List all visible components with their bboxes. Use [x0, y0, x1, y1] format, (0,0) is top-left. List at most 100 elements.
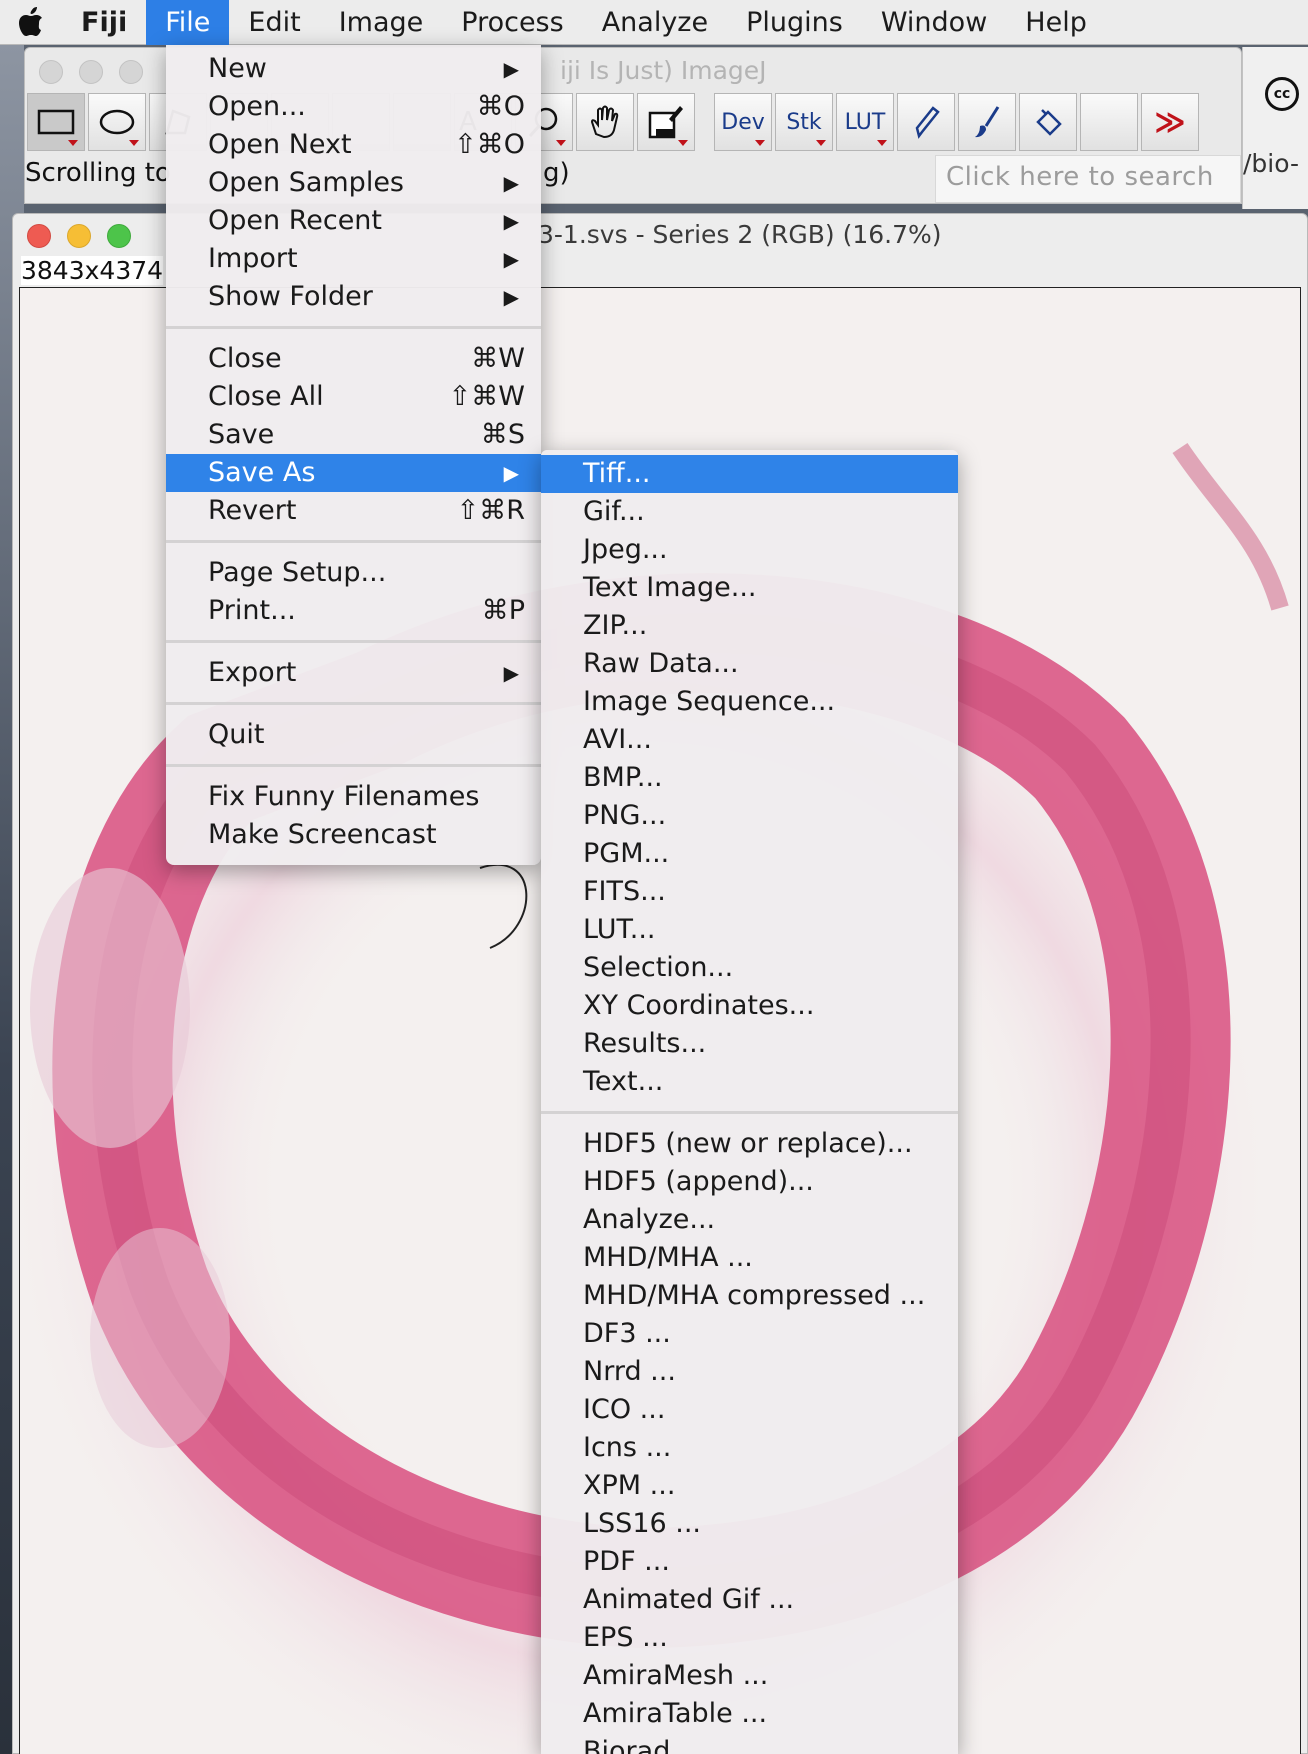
save-as-item-jpeg[interactable]: Jpeg...	[541, 531, 958, 569]
file-menu-item-close-all[interactable]: Close All ⇧⌘W	[166, 378, 541, 416]
menu-bar: Fiji File Edit Image Process Analyze Plu…	[0, 0, 1308, 45]
save-as-item-amiramesh[interactable]: AmiraMesh ...	[541, 1657, 958, 1695]
submenu-arrow-icon: ▶	[503, 209, 519, 233]
file-menu-item-page-setup[interactable]: Page Setup...	[166, 554, 541, 592]
window-title: iji Is Just) ImageJ	[560, 56, 767, 85]
apple-menu-icon[interactable]	[0, 0, 62, 45]
more-tools-icon[interactable]: ≫	[1141, 93, 1199, 151]
save-as-item-text[interactable]: Text...	[541, 1063, 958, 1101]
file-menu-item-close[interactable]: Close ⌘W	[166, 340, 541, 378]
search-input[interactable]: Click here to search	[935, 155, 1241, 203]
save-as-item-png[interactable]: PNG...	[541, 797, 958, 835]
hand-tool-icon[interactable]	[576, 93, 634, 151]
save-as-item-raw-data[interactable]: Raw Data...	[541, 645, 958, 683]
save-as-item-xy-coordinates[interactable]: XY Coordinates...	[541, 987, 958, 1025]
save-as-item-gif[interactable]: Gif...	[541, 493, 958, 531]
color-picker-tool-icon[interactable]	[637, 93, 695, 151]
menubar-edit[interactable]: Edit	[229, 0, 319, 45]
save-as-item-avi[interactable]: AVI...	[541, 721, 958, 759]
menu-item-label: Show Folder	[208, 281, 373, 312]
file-menu-item-save-as[interactable]: Save As ▶	[166, 454, 541, 492]
menu-item-label: Open Recent	[208, 205, 383, 236]
save-as-item-eps[interactable]: EPS ...	[541, 1619, 958, 1657]
close-window-button[interactable]	[27, 224, 51, 248]
file-menu-item-open-samples[interactable]: Open Samples ▶	[166, 164, 541, 202]
menu-item-shortcut: ⌘O	[476, 91, 525, 122]
menubar-window[interactable]: Window	[862, 0, 1006, 45]
menu-item-label: Import	[208, 243, 298, 274]
save-as-item-zip[interactable]: ZIP...	[541, 607, 958, 645]
file-menu-item-show-folder[interactable]: Show Folder ▶	[166, 278, 541, 316]
menu-item-label: New	[208, 53, 267, 84]
save-as-item-lss16[interactable]: LSS16 ...	[541, 1505, 958, 1543]
file-menu-item-print[interactable]: Print... ⌘P	[166, 592, 541, 630]
save-as-item-mhd-mha-compressed[interactable]: MHD/MHA compressed ...	[541, 1277, 958, 1315]
save-as-item-image-sequence[interactable]: Image Sequence...	[541, 683, 958, 721]
rectangle-tool-icon[interactable]	[27, 93, 85, 151]
save-as-item-results[interactable]: Results...	[541, 1025, 958, 1063]
menu-item-shortcut: ⇧⌘O	[454, 129, 525, 160]
file-menu-item-save[interactable]: Save ⌘S	[166, 416, 541, 454]
menu-item-label: Make Screencast	[208, 819, 437, 850]
menubar-analyze[interactable]: Analyze	[583, 0, 727, 45]
save-as-item-animated-gif[interactable]: Animated Gif ...	[541, 1581, 958, 1619]
save-as-item-selection[interactable]: Selection...	[541, 949, 958, 987]
save-as-item-xpm[interactable]: XPM ...	[541, 1467, 958, 1505]
save-as-item-text-image[interactable]: Text Image...	[541, 569, 958, 607]
save-as-item-ico[interactable]: ICO ...	[541, 1391, 958, 1429]
menu-item-shortcut: ⌘P	[481, 595, 525, 626]
save-as-item-amiratable[interactable]: AmiraTable ...	[541, 1695, 958, 1733]
menubar-plugins[interactable]: Plugins	[727, 0, 862, 45]
save-as-item-analyze[interactable]: Analyze...	[541, 1201, 958, 1239]
minimize-window-button[interactable]	[79, 60, 103, 84]
menubar-process[interactable]: Process	[442, 0, 582, 45]
status-message-tail: g)	[543, 158, 570, 188]
save-as-item-nrrd[interactable]: Nrrd ...	[541, 1353, 958, 1391]
creative-commons-icon[interactable]: cc	[1265, 77, 1299, 111]
file-menu-item-fix-funny-filenames[interactable]: Fix Funny Filenames	[166, 778, 541, 816]
menubar-fiji[interactable]: Fiji	[62, 0, 146, 45]
lut-tool[interactable]: LUT	[836, 93, 894, 151]
menu-item-label: Page Setup...	[208, 557, 387, 588]
oval-tool-icon[interactable]	[88, 93, 146, 151]
save-as-item-pdf[interactable]: PDF ...	[541, 1543, 958, 1581]
file-menu-item-revert[interactable]: Revert ⇧⌘R	[166, 492, 541, 530]
menubar-help[interactable]: Help	[1006, 0, 1106, 45]
file-menu-item-open-next[interactable]: Open Next ⇧⌘O	[166, 126, 541, 164]
dev-tool[interactable]: Dev	[714, 93, 772, 151]
minimize-window-button[interactable]	[67, 224, 91, 248]
save-as-item-biorad[interactable]: Biorad ...	[541, 1733, 958, 1754]
file-menu-item-new[interactable]: New ▶	[166, 50, 541, 88]
save-as-item-lut[interactable]: LUT...	[541, 911, 958, 949]
save-as-item-pgm[interactable]: PGM...	[541, 835, 958, 873]
pencil-tool-icon[interactable]	[897, 93, 955, 151]
menu-item-shortcut: ⇧⌘W	[448, 381, 525, 412]
save-as-item-hdf5-new-or-replace[interactable]: HDF5 (new or replace)...	[541, 1125, 958, 1163]
menubar-file[interactable]: File	[146, 0, 230, 45]
menu-item-label: Close	[208, 343, 282, 374]
close-window-button[interactable]	[39, 60, 63, 84]
save-as-item-df3[interactable]: DF3 ...	[541, 1315, 958, 1353]
file-menu-item-make-screencast[interactable]: Make Screencast	[166, 816, 541, 854]
menu-separator	[166, 530, 541, 554]
stk-tool[interactable]: Stk	[775, 93, 833, 151]
save-as-item-tiff[interactable]: Tiff...	[541, 455, 958, 493]
file-menu-item-import[interactable]: Import ▶	[166, 240, 541, 278]
brush-tool-icon[interactable]	[958, 93, 1016, 151]
save-as-item-fits[interactable]: FITS...	[541, 873, 958, 911]
zoom-window-button[interactable]	[107, 224, 131, 248]
file-menu-item-open[interactable]: Open... ⌘O	[166, 88, 541, 126]
save-as-item-icns[interactable]: Icns ...	[541, 1429, 958, 1467]
file-menu-item-open-recent[interactable]: Open Recent ▶	[166, 202, 541, 240]
zoom-window-button[interactable]	[119, 60, 143, 84]
file-menu-item-quit[interactable]: Quit	[166, 716, 541, 754]
save-as-item-hdf5-append[interactable]: HDF5 (append)...	[541, 1163, 958, 1201]
save-as-item-mhd-mha[interactable]: MHD/MHA ...	[541, 1239, 958, 1277]
file-menu-item-export[interactable]: Export ▶	[166, 654, 541, 692]
save-as-item-bmp[interactable]: BMP...	[541, 759, 958, 797]
save-as-submenu: Tiff... Gif... Jpeg... Text Image... ZIP... R…	[541, 450, 958, 1754]
menubar-image[interactable]: Image	[320, 0, 443, 45]
menu-item-label: Revert	[208, 495, 297, 526]
flood-fill-tool-icon[interactable]	[1019, 93, 1077, 151]
submenu-arrow-icon: ▶	[503, 461, 519, 485]
